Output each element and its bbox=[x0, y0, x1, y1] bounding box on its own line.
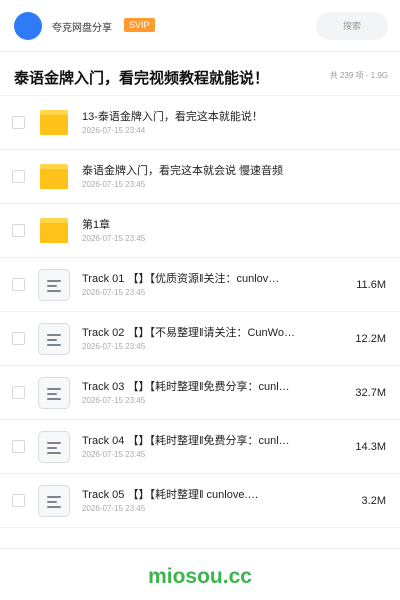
item-size: 14.3M bbox=[355, 441, 386, 453]
item-date: 2026-07-15 23:45 bbox=[82, 450, 146, 459]
item-name: Track 03 【】【耗时整理‖免费分享：cunl… bbox=[82, 381, 290, 393]
item-checkbox[interactable] bbox=[12, 224, 25, 237]
item-date: 2026-07-15 23:45 bbox=[82, 288, 146, 297]
item-size: 3.2M bbox=[361, 495, 386, 507]
folder-icon bbox=[38, 107, 70, 139]
folder-icon bbox=[38, 215, 70, 247]
search-input[interactable]: 搜索 bbox=[316, 12, 388, 40]
share-header: 夸克网盘分享 SVIP 搜索 bbox=[0, 0, 400, 52]
item-date: 2026-07-15 23:45 bbox=[82, 396, 146, 405]
item-checkbox[interactable] bbox=[12, 332, 25, 345]
item-date: 2026-07-15 23:45 bbox=[82, 234, 146, 243]
site-brand: miosou.cc bbox=[148, 565, 252, 588]
item-checkbox[interactable] bbox=[12, 170, 25, 183]
item-name: 第1章 bbox=[82, 219, 111, 231]
item-date: 2026-07-15 23:44 bbox=[82, 126, 146, 135]
item-size: 12.2M bbox=[355, 333, 386, 345]
item-name: Track 01 【】【优质资源‖关注：cunlov… bbox=[82, 273, 280, 285]
list-item[interactable]: 第1章 2026-07-15 23:45 bbox=[0, 204, 400, 258]
audio-file-icon bbox=[38, 431, 70, 463]
item-checkbox[interactable] bbox=[12, 440, 25, 453]
list-item[interactable]: Track 01 【】【优质资源‖关注：cunlov… 2026-07-15 2… bbox=[0, 258, 400, 312]
share-name: 夸克网盘分享 bbox=[52, 23, 112, 34]
footer: miosou.cc bbox=[0, 548, 400, 600]
item-name: 13-泰语金牌入门，看完这本就能说！ bbox=[82, 111, 263, 123]
list-item[interactable]: Track 05 【】【耗时整理‖ cunlove.… 2026-07-15 2… bbox=[0, 474, 400, 528]
title-bar: 泰语金牌入门，看完视频教程就能说！ 共 239 项 · 1.9G bbox=[0, 52, 400, 96]
list-item[interactable]: Track 02 【】【不易整理‖请关注：CunWo… 2026-07-15 2… bbox=[0, 312, 400, 366]
avatar[interactable] bbox=[14, 12, 42, 40]
item-size: 11.6M bbox=[356, 279, 386, 291]
page-title: 泰语金牌入门，看完视频教程就能说！ bbox=[14, 70, 270, 87]
item-name: Track 04 【】【耗时整理‖免费分享：cunl… bbox=[82, 435, 290, 447]
item-checkbox[interactable] bbox=[12, 278, 25, 291]
item-date: 2026-07-15 23:45 bbox=[82, 342, 146, 351]
item-checkbox[interactable] bbox=[12, 494, 25, 507]
item-checkbox[interactable] bbox=[12, 116, 25, 129]
item-name: 泰语金牌入门，看完这本就会说 慢速音频 bbox=[82, 165, 284, 177]
audio-file-icon bbox=[38, 485, 70, 517]
list-item[interactable]: 泰语金牌入门，看完这本就会说 慢速音频 2026-07-15 23:45 bbox=[0, 150, 400, 204]
item-name: Track 05 【】【耗时整理‖ cunlove.… bbox=[82, 489, 259, 501]
svip-badge: SVIP bbox=[124, 18, 155, 32]
audio-file-icon bbox=[38, 323, 70, 355]
list-item[interactable]: Track 03 【】【耗时整理‖免费分享：cunl… 2026-07-15 2… bbox=[0, 366, 400, 420]
item-date: 2026-07-15 23:45 bbox=[82, 180, 146, 189]
item-date: 2026-07-15 23:45 bbox=[82, 504, 146, 513]
item-checkbox[interactable] bbox=[12, 386, 25, 399]
audio-file-icon bbox=[38, 269, 70, 301]
item-size: 32.7M bbox=[355, 387, 386, 399]
list-item[interactable]: Track 04 【】【耗时整理‖免费分享：cunl… 2026-07-15 2… bbox=[0, 420, 400, 474]
audio-file-icon bbox=[38, 377, 70, 409]
item-summary: 共 239 项 · 1.9G bbox=[329, 71, 388, 80]
folder-icon bbox=[38, 161, 70, 193]
item-name: Track 02 【】【不易整理‖请关注：CunWo… bbox=[82, 327, 295, 339]
list-item[interactable]: 13-泰语金牌入门，看完这本就能说！ 2026-07-15 23:44 bbox=[0, 96, 400, 150]
file-list: 13-泰语金牌入门，看完这本就能说！ 2026-07-15 23:44 泰语金牌… bbox=[0, 96, 400, 528]
